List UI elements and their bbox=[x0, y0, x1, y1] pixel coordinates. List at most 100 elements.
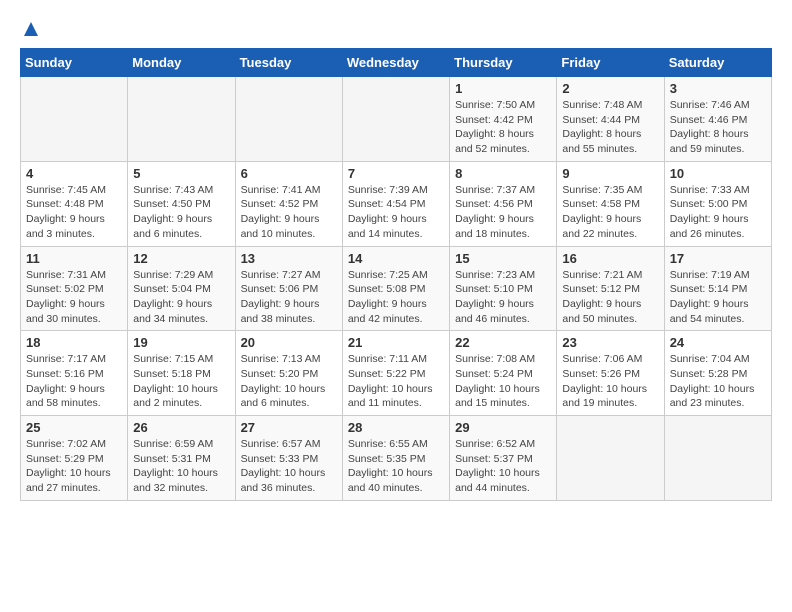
day-number: 17 bbox=[670, 251, 766, 266]
calendar-cell: 23Sunrise: 7:06 AM Sunset: 5:26 PM Dayli… bbox=[557, 331, 664, 416]
calendar-cell: 29Sunrise: 6:52 AM Sunset: 5:37 PM Dayli… bbox=[450, 416, 557, 501]
day-number: 27 bbox=[241, 420, 337, 435]
day-number: 24 bbox=[670, 335, 766, 350]
calendar-header-friday: Friday bbox=[557, 49, 664, 77]
day-info: Sunrise: 7:33 AM Sunset: 5:00 PM Dayligh… bbox=[670, 183, 766, 242]
calendar-cell bbox=[21, 77, 128, 162]
calendar-table: SundayMondayTuesdayWednesdayThursdayFrid… bbox=[20, 48, 772, 501]
day-number: 1 bbox=[455, 81, 551, 96]
day-number: 9 bbox=[562, 166, 658, 181]
day-info: Sunrise: 7:19 AM Sunset: 5:14 PM Dayligh… bbox=[670, 268, 766, 327]
calendar-week-4: 18 Sunrise: 7:17 AM Sunset: 5:16 PM Dayli… bbox=[21, 331, 772, 416]
calendar-cell: 20Sunrise: 7:13 AM Sunset: 5:20 PM Dayli… bbox=[235, 331, 342, 416]
calendar-week-1: 1 Sunrise: 7:50 AM Sunset: 4:42 PM Daylig… bbox=[21, 77, 772, 162]
day-number: 12 bbox=[133, 251, 229, 266]
day-number: 2 bbox=[562, 81, 658, 96]
day-number: 13 bbox=[241, 251, 337, 266]
day-number: 28 bbox=[348, 420, 444, 435]
calendar-cell: 21 Sunrise: 7:11 AM Sunset: 5:22 PM Dayli… bbox=[342, 331, 449, 416]
calendar-cell: 5Sunrise: 7:43 AM Sunset: 4:50 PM Daylig… bbox=[128, 161, 235, 246]
calendar-cell: 19 Sunrise: 7:15 AM Sunset: 5:18 PM Dayli… bbox=[128, 331, 235, 416]
day-info: Sunrise: 7:13 AM Sunset: 5:20 PM Dayligh… bbox=[241, 352, 337, 411]
calendar-header-monday: Monday bbox=[128, 49, 235, 77]
day-info: Sunrise: 7:08 AM Sunset: 5:24 PM Dayligh… bbox=[455, 352, 551, 411]
day-info: Sunrise: 7:27 AM Sunset: 5:06 PM Dayligh… bbox=[241, 268, 337, 327]
day-info: Sunrise: 7:41 AM Sunset: 4:52 PM Dayligh… bbox=[241, 183, 337, 242]
day-number: 7 bbox=[348, 166, 444, 181]
logo bbox=[20, 20, 40, 40]
day-info: Sunrise: 7:45 AM Sunset: 4:48 PM Dayligh… bbox=[26, 183, 122, 242]
logo-icon bbox=[22, 20, 40, 38]
day-info: Sunrise: 6:55 AM Sunset: 5:35 PM Dayligh… bbox=[348, 437, 444, 496]
day-info: Sunrise: 6:59 AM Sunset: 5:31 PM Dayligh… bbox=[133, 437, 229, 496]
day-number: 15 bbox=[455, 251, 551, 266]
calendar-cell: 18 Sunrise: 7:17 AM Sunset: 5:16 PM Dayli… bbox=[21, 331, 128, 416]
calendar-cell bbox=[557, 416, 664, 501]
day-number: 3 bbox=[670, 81, 766, 96]
calendar-week-3: 11 Sunrise: 7:31 AM Sunset: 5:02 PM Dayli… bbox=[21, 246, 772, 331]
day-info: Sunrise: 7:21 AM Sunset: 5:12 PM Dayligh… bbox=[562, 268, 658, 327]
calendar-cell: 6 Sunrise: 7:41 AM Sunset: 4:52 PM Daylig… bbox=[235, 161, 342, 246]
calendar-cell: 4 Sunrise: 7:45 AM Sunset: 4:48 PM Daylig… bbox=[21, 161, 128, 246]
calendar-cell: 13 Sunrise: 7:27 AM Sunset: 5:06 PM Dayli… bbox=[235, 246, 342, 331]
day-info: Sunrise: 6:57 AM Sunset: 5:33 PM Dayligh… bbox=[241, 437, 337, 496]
calendar-header-thursday: Thursday bbox=[450, 49, 557, 77]
day-number: 10 bbox=[670, 166, 766, 181]
calendar-week-5: 25Sunrise: 7:02 AM Sunset: 5:29 PM Dayli… bbox=[21, 416, 772, 501]
day-info: Sunrise: 7:04 AM Sunset: 5:28 PM Dayligh… bbox=[670, 352, 766, 411]
calendar-header-sunday: Sunday bbox=[21, 49, 128, 77]
day-info: Sunrise: 7:29 AM Sunset: 5:04 PM Dayligh… bbox=[133, 268, 229, 327]
calendar-cell bbox=[235, 77, 342, 162]
day-info: Sunrise: 7:02 AM Sunset: 5:29 PM Dayligh… bbox=[26, 437, 122, 496]
day-info: Sunrise: 7:17 AM Sunset: 5:16 PM Dayligh… bbox=[26, 352, 122, 411]
day-number: 22 bbox=[455, 335, 551, 350]
day-number: 6 bbox=[241, 166, 337, 181]
calendar-header-row: SundayMondayTuesdayWednesdayThursdayFrid… bbox=[21, 49, 772, 77]
calendar-week-2: 4 Sunrise: 7:45 AM Sunset: 4:48 PM Daylig… bbox=[21, 161, 772, 246]
calendar-cell: 12 Sunrise: 7:29 AM Sunset: 5:04 PM Dayli… bbox=[128, 246, 235, 331]
day-number: 16 bbox=[562, 251, 658, 266]
day-info: Sunrise: 7:48 AM Sunset: 4:44 PM Dayligh… bbox=[562, 98, 658, 157]
day-number: 4 bbox=[26, 166, 122, 181]
calendar-cell: 11 Sunrise: 7:31 AM Sunset: 5:02 PM Dayli… bbox=[21, 246, 128, 331]
calendar-cell: 22 Sunrise: 7:08 AM Sunset: 5:24 PM Dayli… bbox=[450, 331, 557, 416]
calendar-cell: 15 Sunrise: 7:23 AM Sunset: 5:10 PM Dayli… bbox=[450, 246, 557, 331]
calendar-cell: 14 Sunrise: 7:25 AM Sunset: 5:08 PM Dayli… bbox=[342, 246, 449, 331]
day-info: Sunrise: 7:43 AM Sunset: 4:50 PM Dayligh… bbox=[133, 183, 229, 242]
day-number: 8 bbox=[455, 166, 551, 181]
calendar-cell: 28 Sunrise: 6:55 AM Sunset: 5:35 PM Dayli… bbox=[342, 416, 449, 501]
calendar-cell: 10 Sunrise: 7:33 AM Sunset: 5:00 PM Dayli… bbox=[664, 161, 771, 246]
calendar-header-saturday: Saturday bbox=[664, 49, 771, 77]
day-info: Sunrise: 7:50 AM Sunset: 4:42 PM Dayligh… bbox=[455, 98, 551, 157]
day-info: Sunrise: 7:31 AM Sunset: 5:02 PM Dayligh… bbox=[26, 268, 122, 327]
calendar-cell: 17 Sunrise: 7:19 AM Sunset: 5:14 PM Dayli… bbox=[664, 246, 771, 331]
calendar-cell: 8 Sunrise: 7:37 AM Sunset: 4:56 PM Daylig… bbox=[450, 161, 557, 246]
calendar-cell: 3 Sunrise: 7:46 AM Sunset: 4:46 PM Daylig… bbox=[664, 77, 771, 162]
calendar-cell bbox=[128, 77, 235, 162]
day-number: 21 bbox=[348, 335, 444, 350]
page-header bbox=[20, 16, 772, 40]
day-info: Sunrise: 7:11 AM Sunset: 5:22 PM Dayligh… bbox=[348, 352, 444, 411]
calendar-cell: 9Sunrise: 7:35 AM Sunset: 4:58 PM Daylig… bbox=[557, 161, 664, 246]
day-number: 18 bbox=[26, 335, 122, 350]
calendar-cell bbox=[664, 416, 771, 501]
day-info: Sunrise: 7:37 AM Sunset: 4:56 PM Dayligh… bbox=[455, 183, 551, 242]
calendar-cell bbox=[342, 77, 449, 162]
day-info: Sunrise: 7:25 AM Sunset: 5:08 PM Dayligh… bbox=[348, 268, 444, 327]
day-number: 23 bbox=[562, 335, 658, 350]
day-info: Sunrise: 7:23 AM Sunset: 5:10 PM Dayligh… bbox=[455, 268, 551, 327]
calendar-cell: 1 Sunrise: 7:50 AM Sunset: 4:42 PM Daylig… bbox=[450, 77, 557, 162]
day-number: 14 bbox=[348, 251, 444, 266]
calendar-cell: 25Sunrise: 7:02 AM Sunset: 5:29 PM Dayli… bbox=[21, 416, 128, 501]
calendar-cell: 7Sunrise: 7:39 AM Sunset: 4:54 PM Daylig… bbox=[342, 161, 449, 246]
day-info: Sunrise: 7:46 AM Sunset: 4:46 PM Dayligh… bbox=[670, 98, 766, 157]
calendar-header-tuesday: Tuesday bbox=[235, 49, 342, 77]
day-number: 26 bbox=[133, 420, 229, 435]
day-info: Sunrise: 7:15 AM Sunset: 5:18 PM Dayligh… bbox=[133, 352, 229, 411]
calendar-cell: 2 Sunrise: 7:48 AM Sunset: 4:44 PM Daylig… bbox=[557, 77, 664, 162]
day-number: 11 bbox=[26, 251, 122, 266]
calendar-cell: 27 Sunrise: 6:57 AM Sunset: 5:33 PM Dayli… bbox=[235, 416, 342, 501]
calendar-header-wednesday: Wednesday bbox=[342, 49, 449, 77]
day-number: 19 bbox=[133, 335, 229, 350]
calendar-cell: 16 Sunrise: 7:21 AM Sunset: 5:12 PM Dayli… bbox=[557, 246, 664, 331]
